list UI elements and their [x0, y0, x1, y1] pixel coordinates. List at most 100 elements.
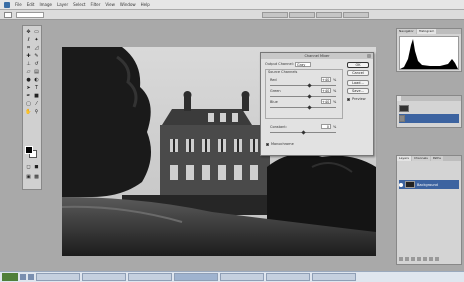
taskbar-item[interactable]: [36, 273, 80, 281]
menu-window[interactable]: Window: [120, 2, 136, 7]
gradient-tool-icon[interactable]: ▤: [33, 69, 40, 75]
history-item-selected[interactable]: [399, 114, 459, 123]
constant-unit: %: [333, 125, 337, 129]
link-icon[interactable]: [399, 257, 403, 261]
red-slider[interactable]: [270, 85, 336, 86]
taskbar-item[interactable]: [220, 273, 264, 281]
preview-label: Preview: [352, 97, 366, 101]
hand-tool-icon[interactable]: ✋: [25, 109, 32, 115]
workspace-tab-2[interactable]: [289, 12, 315, 18]
taskbar-item[interactable]: [82, 273, 126, 281]
taskbar-item-active[interactable]: [174, 273, 218, 281]
save-button[interactable]: Save...: [347, 88, 369, 94]
layer-row-background[interactable]: Background: [399, 180, 459, 189]
blur-tool-icon[interactable]: ●: [25, 77, 32, 83]
crop-tool-icon[interactable]: ⌗: [25, 45, 32, 51]
quicklaunch-icon[interactable]: [20, 274, 26, 280]
taskbar-item[interactable]: [128, 273, 172, 281]
source-channels-group: [265, 69, 343, 119]
cancel-button[interactable]: Cancel: [347, 70, 369, 76]
histogram-curve: [400, 39, 458, 69]
healing-brush-tool-icon[interactable]: ✚: [25, 53, 32, 59]
history-panel: [396, 95, 462, 128]
dodge-tool-icon[interactable]: ◐: [33, 77, 40, 83]
preview-checkbox[interactable]: [347, 98, 350, 101]
menu-layer[interactable]: Layer: [57, 2, 68, 7]
history-item[interactable]: [399, 104, 459, 113]
menu-view[interactable]: View: [105, 2, 115, 7]
output-channel-select[interactable]: Gray: [295, 62, 311, 67]
load-button[interactable]: Load...: [347, 80, 369, 86]
quick-mask-icon[interactable]: ◻: [25, 164, 32, 170]
quicklaunch-icon[interactable]: [28, 274, 34, 280]
tab-histogram[interactable]: Histogram: [416, 29, 437, 34]
screen-mode-icon[interactable]: ▣: [25, 174, 32, 180]
system-clock: [434, 273, 464, 281]
tab-layers[interactable]: Layers: [397, 156, 411, 161]
app-logo-icon: [4, 1, 10, 8]
workspace-tab-4[interactable]: [343, 12, 369, 18]
histogram-panel: Navigator Histogram: [396, 28, 462, 72]
pen-tool-icon[interactable]: ✒: [25, 93, 32, 99]
taskbar-item[interactable]: [266, 273, 310, 281]
new-layer-icon[interactable]: [429, 257, 433, 261]
green-value-input[interactable]: +40: [321, 88, 331, 93]
notes-tool-icon[interactable]: ▢: [25, 101, 32, 107]
zoom-tool-icon[interactable]: ⚲: [33, 109, 40, 115]
tab-navigator[interactable]: Navigator: [397, 29, 416, 34]
clone-stamp-tool-icon[interactable]: ⊥: [25, 61, 32, 67]
taskbar-item[interactable]: [312, 273, 356, 281]
workspace-tab-1[interactable]: [262, 12, 288, 18]
menu-edit[interactable]: Edit: [27, 2, 35, 7]
dialog-title: Channel Mixer: [261, 53, 373, 59]
green-label: Green: [270, 89, 281, 93]
output-channel-label: Output Channel:: [265, 62, 294, 66]
standard-mode-icon[interactable]: ◼: [33, 164, 40, 170]
slice-tool-icon[interactable]: ◿: [33, 45, 40, 51]
start-button[interactable]: [2, 273, 18, 281]
layer-name: Background: [417, 182, 438, 187]
channel-mixer-dialog: Channel Mixer Output Channel: Gray Sourc…: [260, 52, 374, 156]
menu-file[interactable]: File: [15, 2, 22, 7]
blue-slider[interactable]: [270, 107, 336, 108]
red-value-input[interactable]: +40: [321, 77, 331, 82]
workspace-tab-3[interactable]: [316, 12, 342, 18]
folder-icon[interactable]: [423, 257, 427, 261]
toolbox: ✥ ▭ ℓ ✦ ⌗ ◿ ✚ ✎ ⊥ ↺ ▱ ▤ ● ◐ ➤ T ✒ ■ ▢ ⁄ …: [22, 25, 42, 190]
eye-icon[interactable]: [399, 182, 403, 187]
blue-value-input[interactable]: +40: [321, 99, 331, 104]
adjustment-icon[interactable]: [417, 257, 421, 261]
move-tool-icon[interactable]: ✥: [25, 29, 32, 35]
menu-filter[interactable]: Filter: [90, 2, 100, 7]
ok-button[interactable]: OK: [347, 62, 369, 68]
constant-value-input[interactable]: 0: [321, 124, 331, 129]
full-screen-mode-icon[interactable]: ▩: [33, 174, 40, 180]
history-brush-tool-icon[interactable]: ↺: [33, 61, 40, 67]
eraser-tool-icon[interactable]: ▱: [25, 69, 32, 75]
lasso-tool-icon[interactable]: ℓ: [25, 37, 32, 43]
menu-select[interactable]: Select: [73, 2, 85, 7]
tab-channels[interactable]: Channels: [411, 156, 430, 161]
preset-field[interactable]: [16, 11, 44, 18]
monochrome-checkbox[interactable]: [266, 143, 269, 146]
path-selection-tool-icon[interactable]: ➤: [25, 85, 32, 91]
brush-tool-icon[interactable]: ✎: [33, 53, 40, 59]
tool-preset-picker[interactable]: [4, 11, 12, 18]
mask-icon[interactable]: [411, 257, 415, 261]
constant-slider-knob[interactable]: [300, 130, 306, 135]
shape-tool-icon[interactable]: ■: [33, 93, 40, 99]
menu-image[interactable]: Image: [39, 2, 52, 7]
fx-icon[interactable]: [405, 257, 409, 261]
tab-paths[interactable]: Paths: [430, 156, 443, 161]
close-icon[interactable]: [367, 54, 371, 58]
eyedropper-tool-icon[interactable]: ⁄: [33, 101, 40, 107]
green-slider[interactable]: [270, 96, 336, 97]
type-tool-icon[interactable]: T: [33, 85, 40, 91]
trash-icon[interactable]: [435, 257, 439, 261]
menu-bar: File Edit Image Layer Select Filter View…: [0, 0, 464, 10]
menu-help[interactable]: Help: [141, 2, 150, 7]
marquee-tool-icon[interactable]: ▭: [33, 29, 40, 35]
magic-wand-tool-icon[interactable]: ✦: [33, 37, 40, 43]
tab-history[interactable]: [397, 96, 401, 101]
foreground-color-swatch[interactable]: [25, 146, 33, 154]
